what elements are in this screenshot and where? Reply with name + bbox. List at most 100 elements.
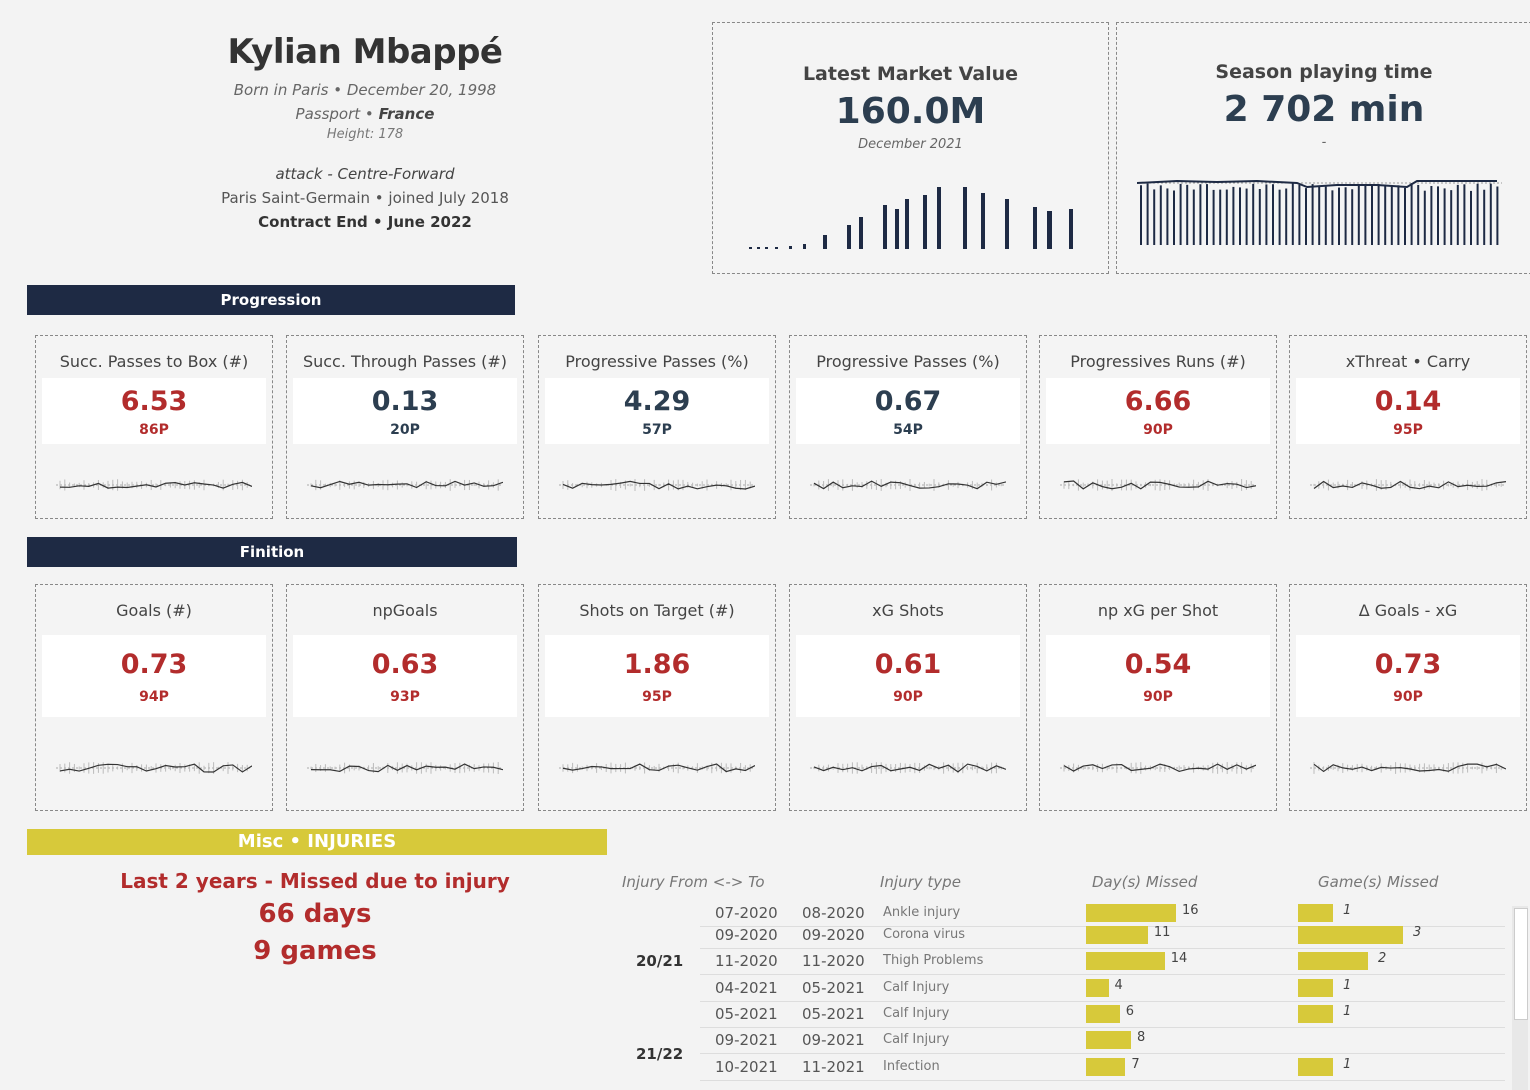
metric-value: 0.14	[1374, 386, 1442, 417]
section-misc-injuries: Misc • INJURIES	[27, 829, 607, 855]
games-missed-label: 1	[1343, 978, 1352, 993]
days-missed-bar	[1086, 952, 1165, 970]
games-missed-label: 1	[1343, 903, 1352, 918]
games-missed-label: 1	[1343, 1004, 1352, 1019]
metric-title: Progressive Passes (%)	[565, 352, 749, 371]
metric-title: np xG per Shot	[1097, 601, 1219, 620]
injury-row: 10-2021 11-2021 Infection 7 1	[620, 1054, 1510, 1080]
metric-card: Succ. Through Passes (#) 0.13 20P	[286, 335, 524, 519]
injury-to: 09-2021	[802, 1031, 865, 1049]
games-missed-bar	[1298, 904, 1333, 922]
col-header-dates: Injury From <-> To	[622, 873, 765, 891]
metric-value-panel: 0.63 93P	[293, 635, 517, 717]
metric-title: Progressives Runs (#)	[1070, 352, 1246, 371]
metric-card: Goals (#) 0.73 94P	[35, 584, 273, 811]
injury-days: 66 days	[258, 899, 372, 929]
passport-label: Passport •	[295, 105, 374, 123]
metric-value: 1.86	[623, 649, 691, 680]
market-value-card: Latest Market Value 160.0M December 2021	[712, 22, 1109, 274]
days-missed-label: 16	[1182, 903, 1199, 918]
metric-value-panel: 0.54 90P	[1046, 635, 1270, 717]
playing-time-value: 2 702 min	[1223, 89, 1425, 130]
injury-summary: Last 2 years - Missed due to injury 66 d…	[100, 866, 530, 970]
metric-percentile: 20P	[390, 422, 420, 438]
days-missed-bar	[1086, 979, 1109, 997]
games-missed-label: 3	[1413, 925, 1422, 940]
metric-value: 0.61	[874, 649, 942, 680]
days-missed-bar	[1086, 1005, 1120, 1023]
metric-sparkline	[1060, 479, 1256, 491]
games-missed-bar	[1298, 979, 1333, 997]
metric-title: Δ Goals - xG	[1358, 601, 1458, 620]
table-scrollbar[interactable]	[1512, 906, 1528, 1090]
metric-card: Shots on Target (#) 1.86 95P	[538, 584, 776, 811]
injury-from: 10-2021	[715, 1058, 778, 1076]
metric-title: xG Shots	[872, 601, 944, 620]
metric-card: xThreat • Carry 0.14 95P	[1289, 335, 1527, 519]
metric-title: Succ. Passes to Box (#)	[59, 352, 249, 371]
days-missed-label: 4	[1114, 978, 1123, 993]
metric-percentile: 94P	[139, 689, 169, 705]
metric-value: 0.73	[120, 649, 188, 680]
market-value-title: Latest Market Value	[802, 63, 1019, 85]
injury-from: 11-2020	[715, 952, 778, 970]
metric-card: Progressive Passes (%) 4.29 57P	[538, 335, 776, 519]
injury-row: 09-2020 09-2020 Corona virus 11 3	[620, 922, 1510, 948]
injury-from: 05-2021	[715, 1005, 778, 1023]
injury-to: 09-2020	[802, 926, 865, 944]
section-finition: Finition	[27, 537, 517, 567]
injury-row: 05-2021 05-2021 Calf Injury 6 1	[620, 1001, 1510, 1027]
player-height: Height: 178	[326, 127, 404, 142]
player-born: Born in Paris • December 20, 1998	[233, 81, 497, 99]
metric-value: 0.67	[874, 386, 942, 417]
metric-card: npGoals 0.63 93P	[286, 584, 524, 811]
days-missed-label: 14	[1170, 951, 1188, 966]
injury-to: 05-2021	[802, 1005, 865, 1023]
metric-card: Progressives Runs (#) 6.66 90P	[1039, 335, 1277, 519]
metric-sparkline	[56, 762, 252, 774]
player-name: Kylian Mbappé	[227, 32, 503, 72]
metric-sparkline	[810, 762, 1006, 774]
injury-to: 11-2021	[802, 1058, 865, 1076]
metric-value: 6.53	[120, 386, 188, 417]
metric-percentile: 90P	[1393, 689, 1423, 705]
days-missed-bar	[1086, 1058, 1126, 1076]
playing-time-title: Season playing time	[1215, 61, 1433, 83]
metric-percentile: 54P	[893, 422, 923, 438]
metric-value-panel: 0.73 94P	[42, 635, 266, 717]
metric-card: Succ. Passes to Box (#) 6.53 86P	[35, 335, 273, 519]
metric-value: 0.54	[1124, 649, 1192, 680]
metric-title: Succ. Through Passes (#)	[302, 352, 508, 371]
metric-title: Progressive Passes (%)	[816, 352, 1000, 371]
player-club: Paris Saint-Germain • joined July 2018	[221, 189, 509, 207]
metric-value: 0.63	[371, 649, 439, 680]
injury-type: Calf Injury	[883, 980, 950, 995]
metric-sparkline	[1310, 762, 1506, 774]
section-progression: Progression	[27, 285, 515, 315]
playing-time-card: Season playing time 2 702 min -	[1116, 22, 1530, 274]
metric-card: xG Shots 0.61 90P	[789, 584, 1027, 811]
scrollbar-thumb[interactable]	[1514, 908, 1528, 1020]
days-missed-bar	[1086, 904, 1176, 922]
metric-card: Δ Goals - xG 0.73 90P	[1289, 584, 1527, 811]
metric-sparkline	[559, 762, 755, 774]
days-missed-label: 11	[1153, 925, 1171, 940]
playing-time-sub: -	[1321, 135, 1327, 150]
injury-row: 04-2021 05-2021 Calf Injury 4 1	[620, 975, 1510, 1001]
metric-value: 6.66	[1124, 386, 1192, 417]
metric-sparkline	[307, 762, 503, 774]
metric-card: Progressive Passes (%) 0.67 54P	[789, 335, 1027, 519]
metric-value: 4.29	[623, 386, 691, 417]
games-missed-bar	[1298, 1058, 1333, 1076]
injury-from: 04-2021	[715, 979, 778, 997]
metric-value-panel: 1.86 95P	[545, 635, 769, 717]
player-position: attack - Centre-Forward	[275, 165, 455, 183]
player-contract: Contract End • June 2022	[258, 213, 472, 231]
injury-from: 07-2020	[715, 904, 778, 922]
games-missed-bar	[1298, 1005, 1333, 1023]
metric-value-panel: 0.61 90P	[796, 635, 1020, 717]
metric-percentile: 95P	[642, 689, 672, 705]
metric-sparkline	[307, 479, 503, 491]
player-info: Kylian Mbappé Born in Paris • December 2…	[150, 32, 580, 234]
metric-value: 0.13	[371, 386, 439, 417]
